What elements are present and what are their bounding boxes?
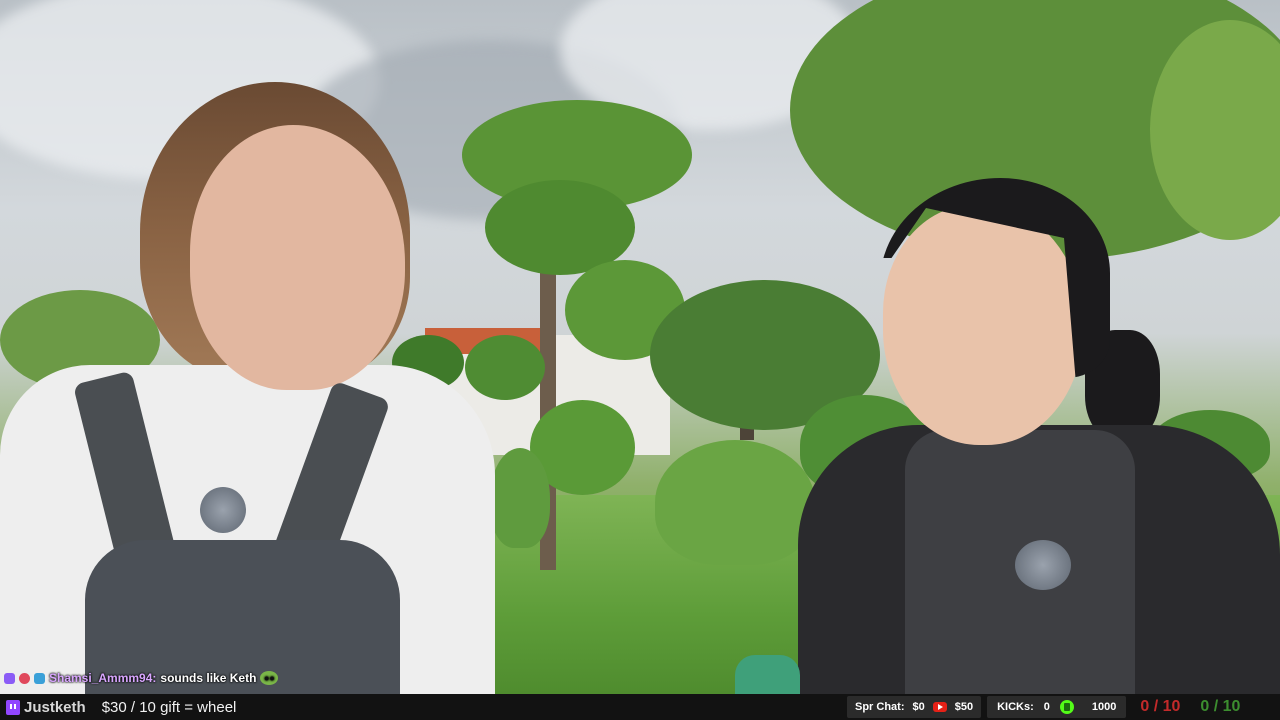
frog-emote-icon: ●● bbox=[260, 671, 279, 685]
twitch-icon bbox=[6, 699, 20, 715]
chat-text: sounds like Keth bbox=[160, 671, 257, 685]
channel-label: Justketh bbox=[24, 698, 86, 716]
kicks-value: 0 bbox=[1043, 701, 1050, 713]
face bbox=[883, 205, 1083, 445]
lavalier-mic-icon bbox=[200, 487, 246, 533]
kick-goal-value: 1000 bbox=[1091, 701, 1117, 713]
counter-green: 0 / 10 bbox=[1200, 698, 1241, 715]
spr-chat-widget: Spr Chat: $0 $50 bbox=[847, 696, 982, 718]
chat-username[interactable]: Shamsi_Ammm94: bbox=[49, 671, 156, 685]
stream-bottom-bar: Justketh $30 / 10 gift = wheel Spr Chat:… bbox=[0, 694, 1280, 720]
youtube-value: $50 bbox=[954, 701, 974, 713]
youtube-icon bbox=[932, 702, 947, 712]
chat-badge-icon bbox=[34, 672, 45, 684]
kicks-label: KICKs: bbox=[997, 701, 1034, 713]
chat-badge-icon bbox=[19, 672, 30, 684]
kick-icon bbox=[1059, 700, 1074, 714]
kicks-widget: KICKs: 0 1000 bbox=[987, 696, 1127, 718]
spr-chat-label: Spr Chat: bbox=[855, 701, 905, 713]
donation-widgets: Spr Chat: $0 $50 KICKs: 0 1000 0 / 10 0 … bbox=[847, 694, 1240, 720]
stream-video-frame bbox=[0, 0, 1280, 694]
spr-chat-value: $0 bbox=[912, 701, 925, 713]
chat-message: Shamsi_Ammm94: sounds like Keth ●● bbox=[4, 668, 279, 688]
green-bag bbox=[735, 655, 800, 694]
wheel-goal-text: $30 / 10 gift = wheel bbox=[101, 698, 237, 716]
hedge-bush bbox=[490, 448, 550, 548]
chat-badge-icon bbox=[4, 672, 15, 684]
lavalier-mic-icon bbox=[1015, 540, 1071, 590]
counter-red: 0 / 10 bbox=[1140, 698, 1181, 715]
topiary-crown bbox=[465, 335, 545, 400]
channel-name[interactable]: Justketh bbox=[6, 699, 86, 716]
hedge-bush bbox=[655, 440, 815, 565]
